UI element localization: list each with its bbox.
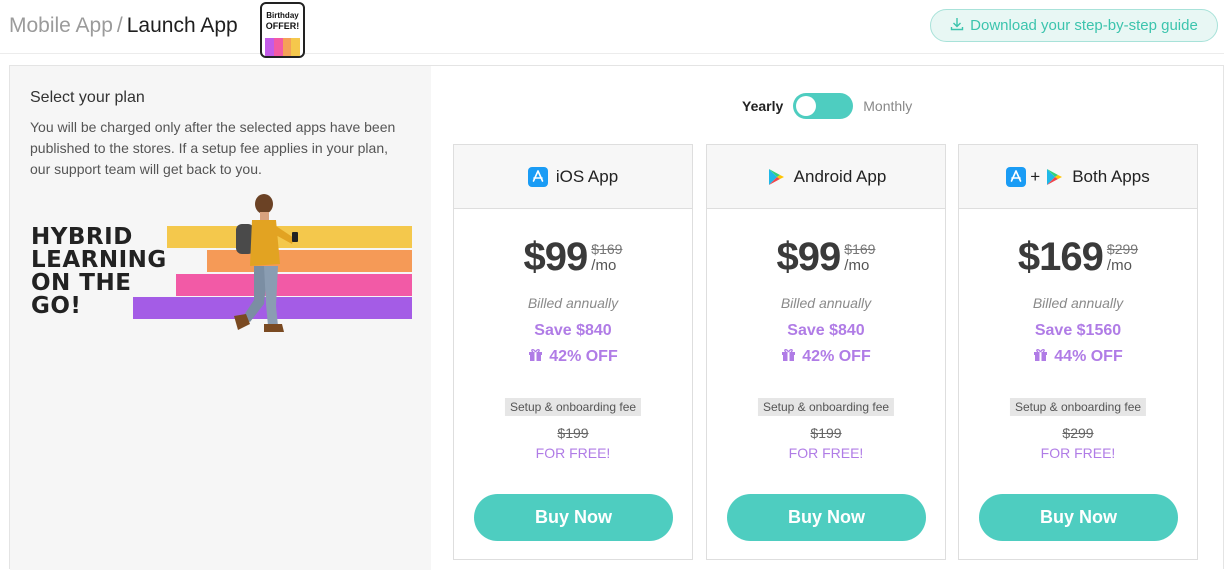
hero-headline: HYBRID LEARNING ON THE GO! <box>31 226 167 318</box>
promo-stripe <box>265 38 274 56</box>
discount: 44% OFF <box>959 347 1197 367</box>
discount: 42% OFF <box>707 347 945 367</box>
hero-line: LEARNING <box>31 247 167 273</box>
page-title: Launch App <box>126 14 238 37</box>
setup-fee-label: Setup & onboarding fee <box>757 398 895 416</box>
yearly-label[interactable]: Yearly <box>742 98 783 114</box>
setup-fee-free: FOR FREE! <box>1040 445 1116 461</box>
billing-switch[interactable] <box>793 93 854 119</box>
breadcrumb: Mobile App / Launch App <box>9 14 238 38</box>
breadcrumb-separator: / <box>116 14 123 37</box>
plan-name: Android App <box>793 166 887 186</box>
google-play-icon <box>766 167 786 187</box>
price-detail: $169 /mo <box>591 241 622 274</box>
price-row: $99 $169 /mo <box>707 233 945 281</box>
setup-fee-old-price: $199 <box>557 425 589 441</box>
gift-icon <box>528 347 543 367</box>
old-price: $169 <box>591 241 623 257</box>
price-period: /mo <box>844 257 870 274</box>
price-period: /mo <box>1106 257 1132 274</box>
plan-card-ios: iOS App $99 $169 /mo Billed annually Sav… <box>453 144 693 560</box>
price-detail: $169 /mo <box>844 241 875 274</box>
old-price: $299 <box>1106 241 1139 257</box>
plan-info-panel: Select your plan You will be charged onl… <box>10 66 431 570</box>
savings: Save $840 <box>534 322 612 339</box>
savings: Save $1560 <box>1034 322 1122 339</box>
plan-name: Both Apps <box>1072 166 1150 186</box>
promo-stripes <box>265 38 300 56</box>
billed-note: Billed annually <box>780 295 872 311</box>
google-play-icon <box>1044 167 1064 187</box>
promo-stripe <box>282 38 292 56</box>
billed-note: Billed annually <box>1032 295 1124 311</box>
setup-fee-free: FOR FREE! <box>788 445 864 461</box>
download-guide-label: Download your step-by-step guide <box>970 17 1198 34</box>
plus-sign: + <box>1030 166 1041 186</box>
billed-note: Billed annually <box>527 295 619 311</box>
download-guide-button[interactable]: Download your step-by-step guide <box>930 9 1218 42</box>
old-price: $169 <box>844 241 876 257</box>
switch-knob <box>796 96 817 116</box>
walking-student-figure <box>234 194 298 332</box>
promo-stripe <box>273 38 283 56</box>
hero-line: ON THE <box>31 270 132 296</box>
plan-title: Select your plan <box>30 89 145 106</box>
app-store-icon <box>527 166 548 187</box>
price: $169 <box>1017 235 1104 279</box>
plan-card-header: iOS App <box>454 145 692 209</box>
monthly-label[interactable]: Monthly <box>863 98 912 114</box>
breadcrumb-parent[interactable]: Mobile App <box>9 14 113 37</box>
discount-label: 42% OFF <box>549 348 618 365</box>
price-period: /mo <box>591 257 617 274</box>
hero-line: GO! <box>31 293 82 319</box>
download-icon <box>950 17 964 35</box>
setup-fee-label: Setup & onboarding fee <box>1009 398 1147 416</box>
price: $99 <box>776 235 842 279</box>
plan-name: iOS App <box>555 166 619 186</box>
hero-line: HYBRID <box>31 224 133 250</box>
price: $99 <box>523 235 589 279</box>
discount-label: 42% OFF <box>802 348 871 365</box>
app-store-icon <box>1006 166 1027 187</box>
buy-now-button[interactable]: Buy Now <box>979 494 1178 541</box>
promo-line-2: OFFER! <box>265 21 300 31</box>
plan-card-android: Android App $99 $169 /mo Billed annually… <box>706 144 946 560</box>
plan-selection-panel: Select your plan You will be charged onl… <box>9 65 1224 570</box>
billing-period-toggle: Yearly Monthly <box>742 93 912 119</box>
promo-stripe <box>291 38 300 56</box>
discount: 42% OFF <box>454 347 692 367</box>
plan-card-header: Android App <box>707 145 945 209</box>
promo-line-1: Birthday <box>266 11 299 20</box>
plan-card-header: + Both Apps <box>959 145 1197 209</box>
plan-card-both: + Both Apps $169 $299 /mo Billed annuall… <box>958 144 1198 560</box>
setup-fee-label: Setup & onboarding fee <box>504 398 642 416</box>
discount-label: 44% OFF <box>1054 348 1123 365</box>
savings: Save $840 <box>787 322 865 339</box>
price-row: $99 $169 /mo <box>454 233 692 281</box>
gift-icon <box>781 347 796 367</box>
price-detail: $299 /mo <box>1107 241 1138 274</box>
buy-now-button[interactable]: Buy Now <box>727 494 926 541</box>
hybrid-learning-illustration: HYBRID LEARNING ON THE GO! <box>30 194 420 344</box>
gift-icon <box>1033 347 1048 367</box>
plan-description: You will be charged only after the selec… <box>30 119 396 177</box>
setup-fee-old-price: $199 <box>810 425 842 441</box>
buy-now-button[interactable]: Buy Now <box>474 494 673 541</box>
setup-fee-free: FOR FREE! <box>535 445 611 461</box>
top-bar: Mobile App / Launch App Birthday OFFER! Do… <box>0 0 1224 58</box>
setup-fee-old-price: $299 <box>1062 425 1094 441</box>
price-row: $169 $299 /mo <box>959 233 1197 281</box>
birthday-offer-badge[interactable]: Birthday OFFER! <box>260 2 305 58</box>
